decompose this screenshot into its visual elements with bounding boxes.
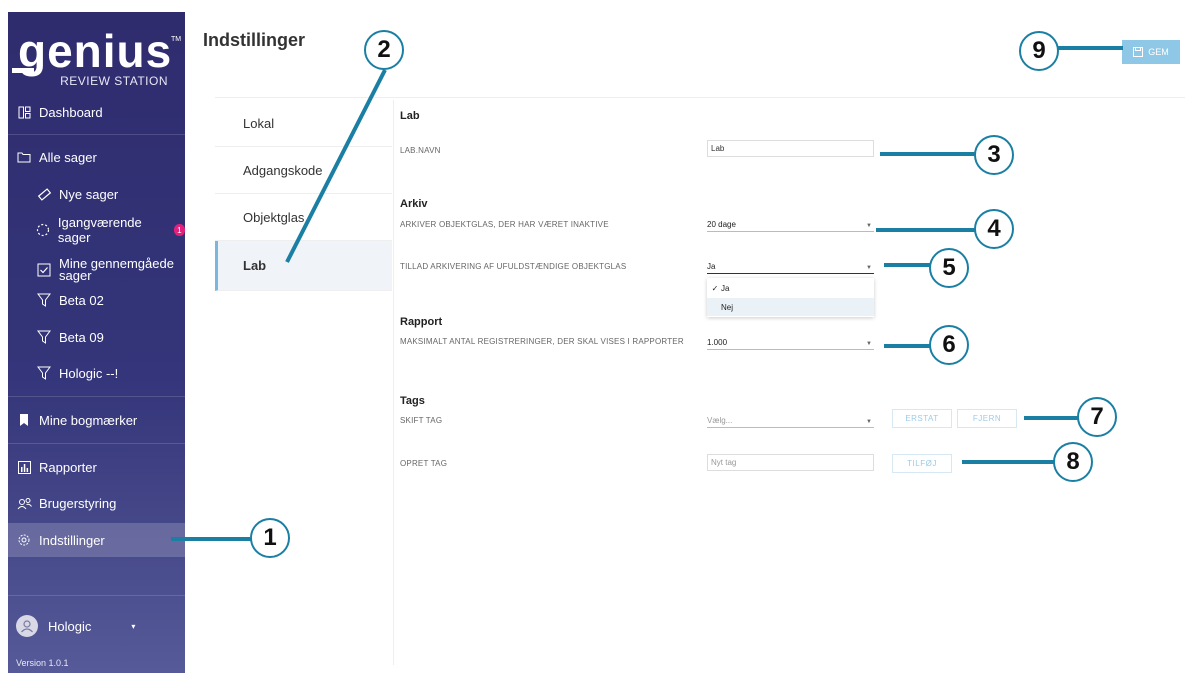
- gear-icon: [16, 532, 32, 548]
- genius-logo: genius TM REVIEW STATION: [11, 22, 182, 92]
- nav-filter-beta02-label: Beta 02: [59, 292, 104, 308]
- save-button-label: GEM: [1148, 47, 1169, 57]
- main-content: Indstillinger GEM Lokal Adgangskode Obje…: [185, 12, 1187, 673]
- bar-chart-icon: [16, 459, 32, 475]
- nav-filter-beta02[interactable]: Beta 02: [8, 283, 185, 317]
- dropdown-option-nej[interactable]: Nej: [707, 298, 874, 316]
- section-archive-title: Arkiv: [400, 198, 428, 210]
- filter-icon: [36, 292, 52, 308]
- filter-icon: [36, 329, 52, 345]
- tags-change-select[interactable]: Vælg... ▼: [707, 414, 874, 428]
- nav-filter-hologic[interactable]: Hologic --!: [8, 356, 185, 390]
- section-report-title: Rapport: [400, 316, 443, 328]
- archive-incomplete-select[interactable]: Ja ▼: [707, 260, 874, 274]
- archive-inactive-select[interactable]: 20 dage ▼: [707, 218, 874, 232]
- nav-bookmarks-label: Mine bogmærker: [39, 412, 138, 428]
- tab-lokal[interactable]: Lokal: [215, 100, 392, 147]
- nav-new-cases-label: Nye sager: [59, 186, 119, 202]
- report-max-label: MAKSIMALT ANTAL REGISTRERINGER, DER SKAL…: [400, 337, 684, 346]
- page-title: Indstillinger: [203, 30, 306, 50]
- nav-filter-hologic-label: Hologic --!: [59, 365, 119, 381]
- section-tags-title: Tags: [400, 395, 425, 407]
- caret-down-icon: ▼: [866, 265, 872, 271]
- app-window: genius TM REVIEW STATION Dashboard Alle …: [8, 12, 1187, 673]
- archive-inactive-label: ARKIVER OBJEKTGLAS, DER HAR VÆRET INAKTI…: [400, 220, 609, 229]
- nav-settings-label: Indstillinger: [39, 532, 105, 548]
- slide-icon: [36, 186, 52, 202]
- avatar: [16, 615, 38, 637]
- archive-incomplete-dropdown: ✓ Ja Nej: [707, 278, 874, 317]
- lab-name-label: LAB.NAVN: [400, 146, 441, 155]
- nav-all-cases-label: Alle sager: [39, 149, 97, 165]
- replace-tag-button[interactable]: ERSTAT: [892, 409, 952, 428]
- nav-settings[interactable]: Indstillinger: [8, 523, 185, 557]
- sidebar: genius TM REVIEW STATION Dashboard Alle …: [8, 12, 185, 673]
- nav-my-reviewed-label: Mine gennemgåede sager: [59, 256, 174, 283]
- nav-reports-label: Rapporter: [39, 459, 97, 475]
- divider: [8, 396, 185, 397]
- nav-bookmarks[interactable]: Mine bogmærker: [8, 403, 185, 437]
- dropdown-option-label: Nej: [721, 302, 734, 312]
- users-icon: [16, 495, 32, 511]
- tab-objektglas[interactable]: Objektglas: [215, 194, 392, 241]
- report-max-select[interactable]: 1.000 ▼: [707, 336, 874, 350]
- filter-icon: [36, 365, 52, 381]
- caret-down-icon: ▼: [866, 223, 872, 229]
- new-tag-input[interactable]: [707, 454, 874, 471]
- report-max-value: 1.000: [707, 338, 728, 347]
- nav-reports[interactable]: Rapporter: [8, 450, 185, 484]
- caret-down-icon: ▼: [866, 419, 872, 425]
- nav-filter-beta09[interactable]: Beta 09: [8, 320, 185, 354]
- checkbox-icon: [36, 262, 52, 278]
- nav-dashboard[interactable]: Dashboard: [8, 95, 185, 129]
- save-icon: [1133, 47, 1144, 57]
- remove-tag-button[interactable]: FJERN: [957, 409, 1017, 428]
- logo-subtitle: REVIEW STATION: [60, 74, 168, 88]
- logo-trademark: TM: [171, 36, 182, 43]
- archive-inactive-value: 20 dage: [707, 220, 736, 229]
- tags-create-label: OPRET TAG: [400, 459, 448, 468]
- user-name: Hologic: [48, 618, 92, 634]
- divider: [8, 595, 185, 596]
- nav-new-cases[interactable]: Nye sager: [8, 177, 185, 211]
- lab-name-input[interactable]: [707, 140, 874, 157]
- bookmark-icon: [16, 412, 32, 428]
- divider: [393, 100, 394, 665]
- tab-lab[interactable]: Lab: [215, 241, 392, 291]
- nav-dashboard-label: Dashboard: [39, 104, 103, 120]
- save-button[interactable]: GEM: [1122, 40, 1180, 64]
- nav-filter-beta09-label: Beta 09: [59, 329, 104, 345]
- archive-incomplete-value: Ja: [707, 262, 716, 271]
- nav-in-progress[interactable]: Igangværende sager 1: [8, 213, 185, 247]
- notification-badge: 1: [173, 224, 185, 236]
- version-label: Version 1.0.1: [16, 658, 69, 668]
- nav-users[interactable]: Brugerstyring: [8, 486, 185, 520]
- dropdown-option-ja[interactable]: ✓ Ja: [707, 279, 874, 297]
- archive-incomplete-label: TILLAD ARKIVERING AF UFULDSTÆNDIGE OBJEK…: [400, 262, 627, 271]
- section-lab-title: Lab: [400, 110, 420, 122]
- nav-users-label: Brugerstyring: [39, 495, 117, 511]
- caret-down-icon: ▼: [866, 341, 872, 347]
- spinner-icon: [36, 222, 51, 238]
- tags-change-placeholder: Vælg...: [707, 416, 733, 425]
- tab-adgangskode[interactable]: Adgangskode: [215, 147, 392, 194]
- logo-wordmark: genius: [11, 25, 173, 77]
- tags-change-label: SKIFT TAG: [400, 416, 443, 425]
- check-icon: ✓: [711, 283, 719, 293]
- divider: [215, 97, 1185, 98]
- dashboard-icon: [16, 104, 32, 120]
- nav-all-cases[interactable]: Alle sager: [8, 140, 185, 174]
- divider: [8, 134, 185, 135]
- user-menu[interactable]: Hologic ▾: [8, 609, 185, 643]
- folder-icon: [16, 149, 32, 165]
- dropdown-option-label: Ja: [721, 283, 730, 293]
- caret-down-icon: ▾: [131, 621, 136, 631]
- add-tag-button[interactable]: TILFØJ: [892, 454, 952, 473]
- nav-in-progress-label: Igangværende sager: [57, 215, 142, 245]
- divider: [8, 443, 185, 444]
